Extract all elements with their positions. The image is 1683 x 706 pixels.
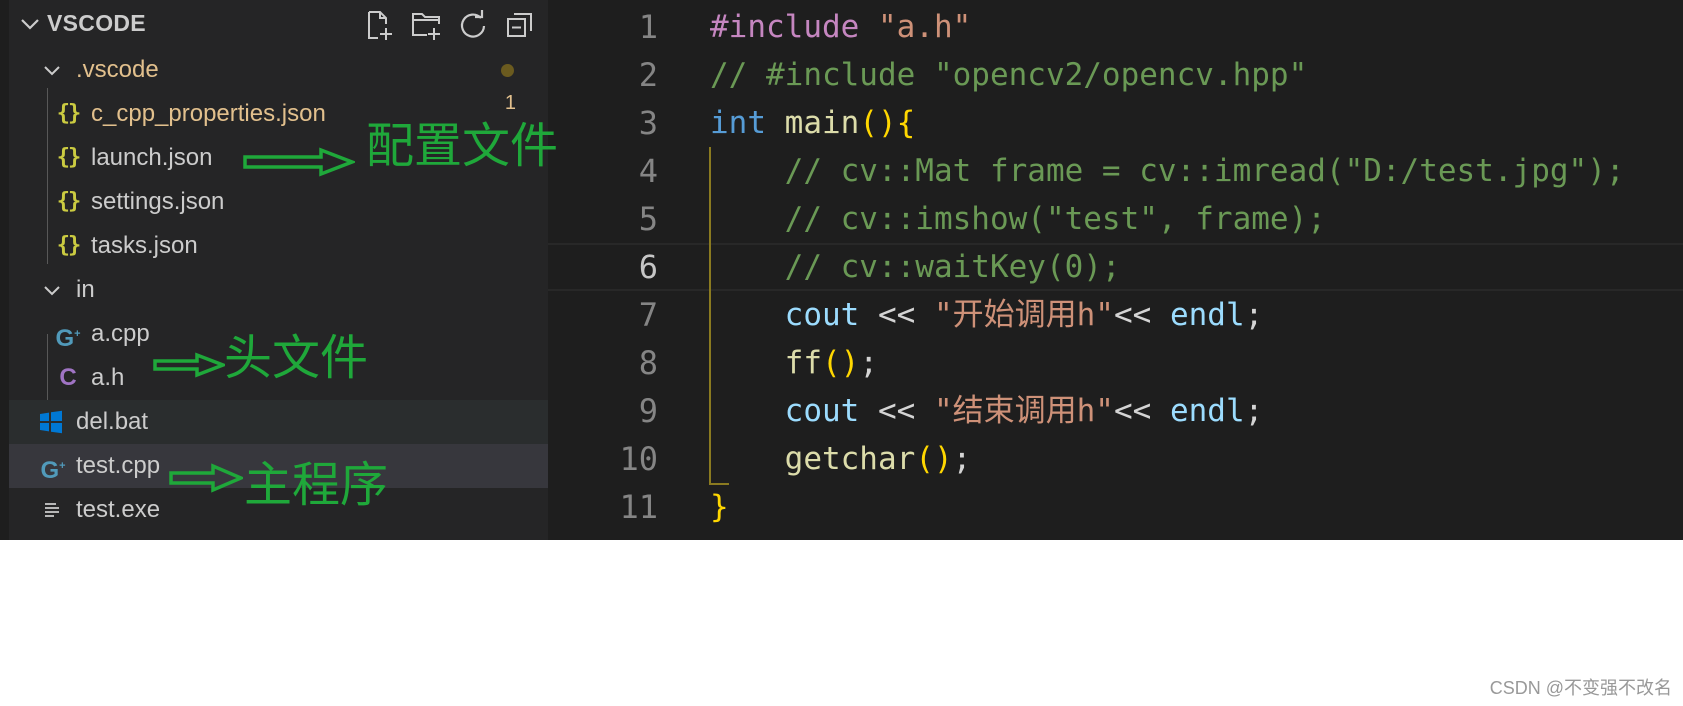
code-text: // #include "opencv2/opencv.hpp" xyxy=(710,57,1308,93)
cpp-file-icon: G+ xyxy=(40,457,66,484)
code-text: } xyxy=(710,489,729,525)
code-text: int main(){ xyxy=(710,105,916,141)
code-text: #include "a.h" xyxy=(710,9,972,45)
line-number: 1 xyxy=(638,8,658,46)
arrow-right-icon xyxy=(153,352,225,378)
line-number: 2 xyxy=(638,56,658,94)
file-label: c_cpp_properties.json xyxy=(91,100,326,127)
file-label: a.cpp xyxy=(91,320,150,347)
code-text: cout << "结束调用h"<< endl; xyxy=(784,393,1264,429)
annotation-main: 主程序 xyxy=(244,457,389,513)
line-number: 6 xyxy=(638,248,658,286)
file-label: launch.json xyxy=(91,144,213,171)
file-label: settings.json xyxy=(91,188,225,215)
arrow-right-icon xyxy=(169,463,243,493)
folder-label: in xyxy=(76,276,95,303)
line-number: 3 xyxy=(638,104,658,142)
code-text: ff(); xyxy=(784,345,878,381)
code-text: // cv::imshow("test", frame); xyxy=(784,201,1326,237)
json-file-icon: {} xyxy=(56,189,82,214)
chevron-down-icon[interactable] xyxy=(18,12,42,36)
file-label: test.cpp xyxy=(76,452,161,479)
explorer-title: VSCODE xyxy=(47,10,146,36)
header-file-icon: C xyxy=(59,364,77,391)
json-file-icon: {} xyxy=(56,233,82,258)
chevron-down-icon xyxy=(41,48,63,92)
code-line[interactable]: 1 #include "a.h" xyxy=(548,3,1683,51)
line-number: 11 xyxy=(619,488,658,526)
cpp-file-icon: G+ xyxy=(55,325,81,352)
watermark: CSDN @不变强不改名 xyxy=(1489,678,1672,698)
json-file-icon: {} xyxy=(56,101,82,126)
explorer-header[interactable]: VSCODE xyxy=(9,0,548,53)
file-label: tasks.json xyxy=(91,232,198,259)
screenshot-region: VSCODE .vscode {} c_cpp_properties.json … xyxy=(0,0,1683,540)
line-number: 9 xyxy=(638,392,658,430)
text-lines-icon xyxy=(39,488,65,532)
file-tasks-json[interactable]: {} tasks.json xyxy=(9,224,548,268)
code-editor[interactable]: 1 #include "a.h" 2 // #include "opencv2/… xyxy=(548,0,1683,540)
line-number: 8 xyxy=(638,344,658,382)
file-label: del.bat xyxy=(76,408,149,435)
code-line[interactable]: 11 } xyxy=(548,483,1683,531)
folder-vscode[interactable]: .vscode xyxy=(9,48,548,92)
code-line[interactable]: 2 // #include "opencv2/opencv.hpp" xyxy=(548,51,1683,99)
code-line[interactable]: 3 int main(){ xyxy=(548,99,1683,147)
explorer-actions xyxy=(363,9,536,43)
folder-label: .vscode xyxy=(76,56,159,83)
code-text: cout << "开始调用h"<< endl; xyxy=(784,297,1264,333)
modified-dot xyxy=(501,64,514,77)
collapse-all-icon[interactable] xyxy=(504,9,536,41)
annotation-config: 配置文件 xyxy=(366,118,559,174)
folder-in[interactable]: in xyxy=(9,268,548,312)
arrow-right-icon xyxy=(243,147,355,177)
file-settings-json[interactable]: {} settings.json xyxy=(9,180,548,224)
line-number: 5 xyxy=(638,200,658,238)
bracket-scope-guide xyxy=(709,147,729,485)
refresh-icon[interactable] xyxy=(457,9,489,41)
file-label: a.h xyxy=(91,364,125,391)
code-text: getchar(); xyxy=(784,441,972,477)
file-label: test.exe xyxy=(76,496,161,523)
new-folder-icon[interactable] xyxy=(410,9,442,41)
chevron-down-icon xyxy=(41,268,63,312)
line-number: 10 xyxy=(619,440,658,478)
json-file-icon: {} xyxy=(56,145,82,170)
file-del-bat[interactable]: del.bat xyxy=(9,400,548,444)
code-text: // cv::Mat frame = cv::imread("D:/test.j… xyxy=(784,153,1625,189)
windows-bat-icon xyxy=(36,400,66,444)
line-number: 7 xyxy=(638,296,658,334)
line-number: 4 xyxy=(638,152,658,190)
problem-count-badge: 1 xyxy=(504,92,516,114)
annotation-header: 头文件 xyxy=(224,330,369,386)
new-file-icon[interactable] xyxy=(363,9,395,41)
code-text: // cv::waitKey(0); xyxy=(784,249,1121,285)
